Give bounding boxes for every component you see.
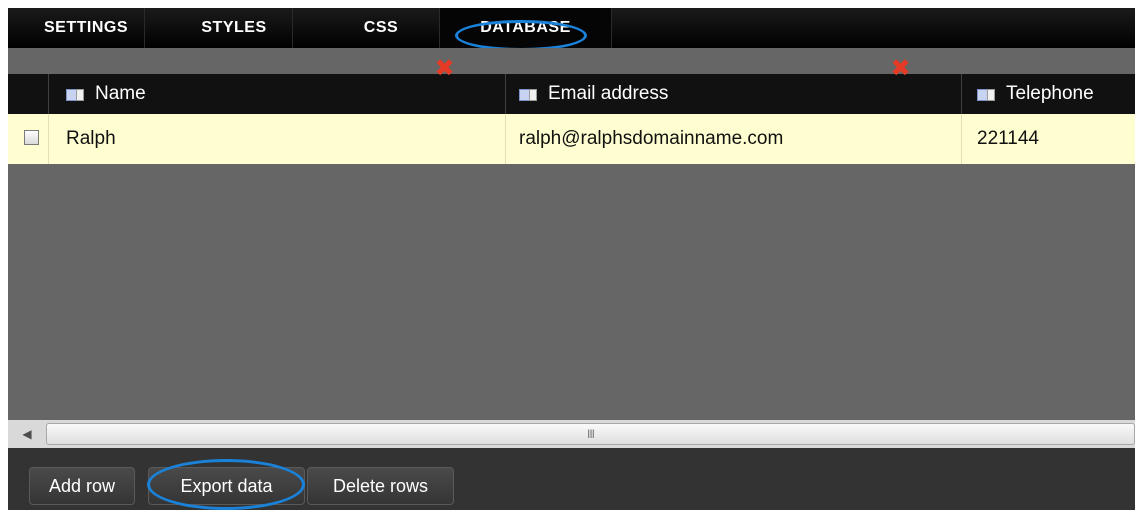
cell-separator [961, 114, 962, 164]
column-header-label: Name [95, 83, 146, 104]
column-icon [977, 89, 995, 101]
cell-separator [505, 114, 506, 164]
column-header-label: Email address [548, 83, 669, 104]
bottom-toolbar: Add row Export data Delete rows [8, 448, 1135, 510]
horizontal-scrollbar[interactable]: ◀ III [8, 420, 1135, 448]
data-grid: Name ✖ Email address ✖ Telephone Ralph r… [8, 48, 1135, 418]
column-header-telephone[interactable]: Telephone [977, 74, 1094, 114]
tab-bar: SETTINGS STYLES CSS DATABASE [8, 8, 1135, 51]
tab-styles[interactable]: STYLES [176, 8, 293, 48]
scrollbar-thumb[interactable]: III [46, 423, 1135, 445]
column-icon [66, 89, 84, 101]
cell-name[interactable]: Ralph [66, 114, 116, 164]
delete-rows-button[interactable]: Delete rows [307, 467, 454, 505]
column-header-email[interactable]: Email address [519, 74, 668, 114]
scrollbar-grip: III [586, 427, 595, 441]
database-panel: SETTINGS STYLES CSS DATABASE Name ✖ Emai… [8, 8, 1135, 510]
delete-column-name-icon[interactable]: ✖ [434, 56, 455, 80]
cell-telephone[interactable]: 221144 [977, 114, 1039, 164]
tab-settings[interactable]: SETTINGS [28, 8, 145, 48]
add-row-button[interactable]: Add row [29, 467, 135, 505]
column-header-label: Telephone [1006, 83, 1094, 104]
row-checkbox[interactable] [24, 130, 39, 145]
export-data-button[interactable]: Export data [148, 467, 305, 505]
tab-database[interactable]: DATABASE [440, 8, 612, 48]
column-icon [519, 89, 537, 101]
tab-css[interactable]: CSS [323, 8, 440, 48]
scroll-left-icon[interactable]: ◀ [8, 420, 46, 448]
column-header-name[interactable]: Name [66, 74, 146, 114]
cell-separator [48, 114, 49, 164]
delete-column-email-icon[interactable]: ✖ [890, 56, 911, 80]
cell-email[interactable]: ralph@ralphsdomainname.com [519, 114, 783, 164]
